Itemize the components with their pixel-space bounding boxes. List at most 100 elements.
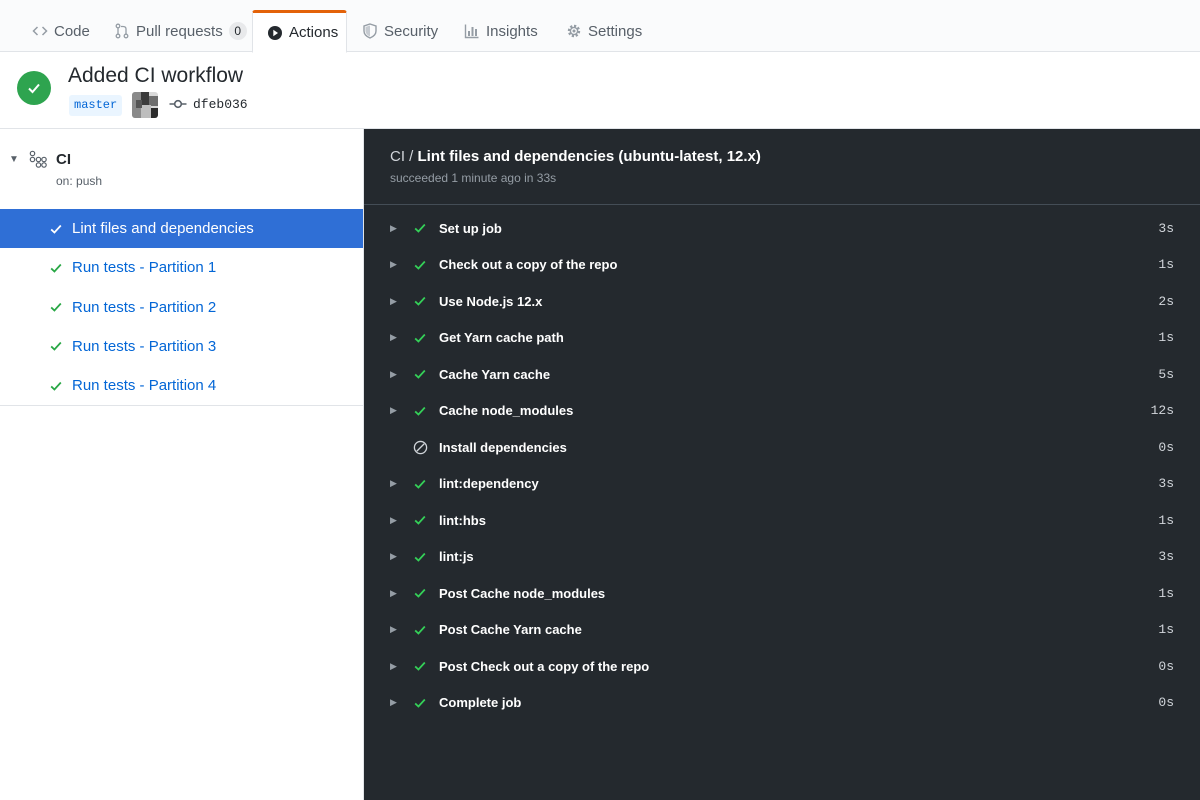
step-name: Get Yarn cache path [439, 330, 564, 346]
step-name: Post Cache Yarn cache [439, 622, 582, 638]
step-name: lint:hbs [439, 512, 486, 528]
tab-code[interactable]: Code [18, 10, 104, 52]
job-label: Run tests - Partition 3 [72, 337, 217, 355]
tab-security[interactable]: Security [348, 10, 452, 52]
expand-caret-icon[interactable]: ▶ [390, 697, 397, 708]
step-name: Cache node_modules [439, 403, 574, 419]
jobs-sidebar: ▼ CI on: push Lint files and dependencie… [0, 129, 364, 800]
commit-sha[interactable]: dfeb036 [193, 97, 248, 112]
expand-caret-icon[interactable]: ▶ [390, 551, 397, 562]
check-icon [412, 220, 428, 236]
tab-label: Code [54, 22, 90, 40]
step-row[interactable]: ▶ lint:dependency 3s [364, 466, 1200, 503]
tab-actions[interactable]: Actions [252, 10, 347, 53]
step-duration: 1s [1158, 512, 1174, 528]
commit-icon [169, 99, 187, 109]
gear-icon [566, 23, 582, 39]
repo-tab-bar: Code Pull requests 0 Actions Security In… [0, 0, 1200, 53]
check-icon [412, 658, 428, 674]
step-duration: 2s [1158, 293, 1174, 309]
success-status-icon [17, 71, 51, 105]
tab-label: Pull requests [136, 22, 223, 40]
tab-pull-requests[interactable]: Pull requests 0 [100, 10, 261, 52]
job-item-partition-1[interactable]: Run tests - Partition 1 [0, 248, 363, 287]
step-list: ▶ Set up job 3s ▶ Check out a copy of the re… [364, 210, 1200, 721]
expand-caret-icon[interactable]: ▶ [390, 332, 397, 343]
step-duration: 3s [1158, 220, 1174, 236]
expand-caret-icon[interactable]: ▶ [390, 259, 397, 270]
check-icon [412, 403, 428, 419]
step-name: Install dependencies [439, 439, 567, 455]
job-item-partition-2[interactable]: Run tests - Partition 2 [0, 288, 363, 327]
step-row[interactable]: ▶ Use Node.js 12.x 2s [364, 283, 1200, 320]
log-title: CI / Lint files and dependencies (ubuntu… [390, 148, 761, 165]
step-name: Check out a copy of the repo [439, 257, 618, 273]
branch-badge[interactable]: master [69, 95, 123, 116]
pull-request-icon [114, 23, 130, 39]
step-row[interactable]: ▶ Post Cache node_modules 1s [364, 575, 1200, 612]
job-label: Run tests - Partition 4 [72, 377, 217, 395]
check-icon [48, 221, 64, 237]
check-icon [412, 366, 428, 382]
pull-request-count: 0 [228, 22, 247, 40]
code-icon [32, 23, 48, 39]
job-item-lint[interactable]: Lint files and dependencies [0, 209, 363, 249]
job-label: Lint files and dependencies [72, 220, 254, 238]
step-row[interactable]: ▶ Check out a copy of the repo 1s [364, 247, 1200, 284]
check-icon [48, 260, 64, 276]
expand-caret-icon[interactable]: ▶ [390, 515, 397, 526]
job-item-partition-3[interactable]: Run tests - Partition 3 [0, 327, 363, 366]
step-row[interactable]: ▶ Get Yarn cache path 1s [364, 320, 1200, 357]
step-row[interactable]: ▶ Complete job 0s [364, 685, 1200, 722]
step-duration: 1s [1158, 257, 1174, 273]
workflow-trigger: on: push [56, 174, 103, 188]
step-duration: 12s [1150, 403, 1174, 419]
step-duration: 1s [1158, 622, 1174, 638]
tab-label: Insights [486, 22, 538, 40]
check-icon [412, 695, 428, 711]
tab-label: Settings [588, 22, 643, 40]
job-item-partition-4[interactable]: Run tests - Partition 4 [0, 366, 363, 405]
step-name: Post Cache node_modules [439, 585, 606, 601]
step-row[interactable]: ▶ Post Check out a copy of the repo 0s [364, 648, 1200, 685]
check-icon [412, 622, 428, 638]
step-row[interactable]: ▶ Cache Yarn cache 5s [364, 356, 1200, 393]
step-row[interactable]: ▶ Cache node_modules 12s [364, 393, 1200, 430]
expand-caret-icon[interactable]: ▶ [390, 369, 397, 380]
expand-caret-icon[interactable]: ▶ [390, 296, 397, 307]
log-job-title: Lint files and dependencies (ubuntu-late… [417, 148, 761, 165]
run-title: Added CI workflow [68, 64, 244, 87]
step-name: Post Check out a copy of the repo [439, 658, 650, 674]
job-list: Lint files and dependencies Run tests - … [0, 209, 363, 407]
step-row[interactable]: ▶ lint:js 3s [364, 539, 1200, 576]
step-row[interactable]: Install dependencies 0s [364, 429, 1200, 466]
job-log-panel: CI / Lint files and dependencies (ubuntu… [364, 129, 1200, 800]
avatar[interactable] [132, 92, 158, 118]
tab-label: Actions [289, 24, 339, 41]
graph-icon [464, 23, 480, 39]
skipped-icon [412, 439, 428, 455]
tab-settings[interactable]: Settings [552, 10, 656, 52]
step-duration: 1s [1158, 585, 1174, 601]
workflow-name[interactable]: CI [56, 151, 71, 168]
job-label: Run tests - Partition 1 [72, 259, 217, 277]
step-duration: 1s [1158, 330, 1174, 346]
step-row[interactable]: ▶ Set up job 3s [364, 210, 1200, 247]
run-header: Added CI workflow master dfeb036 [0, 53, 1200, 129]
step-duration: 0s [1158, 695, 1174, 711]
expand-caret-icon[interactable]: ▶ [390, 223, 397, 234]
collapse-caret-icon[interactable]: ▼ [9, 154, 19, 165]
log-subtitle: succeeded 1 minute ago in 33s [390, 171, 557, 185]
expand-caret-icon[interactable]: ▶ [390, 405, 397, 416]
expand-caret-icon[interactable]: ▶ [390, 478, 397, 489]
step-name: lint:js [439, 549, 474, 565]
step-name: lint:dependency [439, 476, 539, 492]
tab-insights[interactable]: Insights [450, 10, 552, 52]
step-row[interactable]: ▶ Post Cache Yarn cache 1s [364, 612, 1200, 649]
expand-caret-icon[interactable]: ▶ [390, 661, 397, 672]
expand-caret-icon[interactable]: ▶ [390, 624, 397, 635]
play-icon [267, 25, 283, 41]
step-row[interactable]: ▶ lint:hbs 1s [364, 502, 1200, 539]
expand-caret-icon[interactable]: ▶ [390, 588, 397, 599]
check-icon [48, 378, 64, 394]
